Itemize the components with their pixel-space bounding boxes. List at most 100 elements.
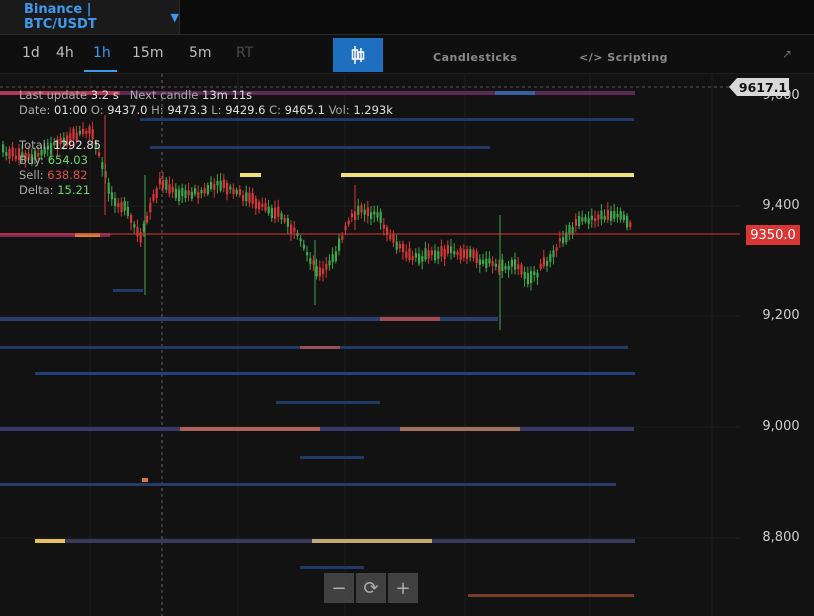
candle-body xyxy=(302,244,305,249)
reset-zoom-button[interactable]: ⟳ xyxy=(356,573,386,603)
candle-body xyxy=(475,251,478,264)
candle-body xyxy=(267,206,270,214)
candle-body xyxy=(600,210,603,220)
tab-scripting[interactable]: </> Scripting xyxy=(579,51,668,64)
candle-body xyxy=(373,211,376,215)
candle-body xyxy=(88,126,91,134)
timeframe-15m[interactable]: 15m xyxy=(128,43,167,63)
candle-body xyxy=(555,247,558,251)
candle-body xyxy=(194,188,197,195)
candle-body xyxy=(546,260,549,266)
candle-body xyxy=(408,248,411,260)
candle-body xyxy=(379,211,382,223)
candle-body xyxy=(523,271,526,280)
candle-body xyxy=(174,188,177,199)
candle-body xyxy=(290,224,293,234)
candlestick-icon xyxy=(351,46,365,64)
candle-body xyxy=(206,185,209,195)
candle-body xyxy=(107,182,110,194)
candle-body xyxy=(466,249,469,259)
candle-body xyxy=(251,193,254,204)
candle-body xyxy=(133,224,136,228)
candle-body xyxy=(171,186,174,193)
candle-body xyxy=(235,190,238,194)
candle-body xyxy=(254,198,257,209)
candle-body xyxy=(360,205,363,213)
candle-body xyxy=(155,188,158,198)
candle-body xyxy=(226,182,229,195)
candle-body xyxy=(306,252,309,256)
candle-body xyxy=(299,238,302,242)
candle-body xyxy=(277,206,280,217)
tab-candlesticks[interactable]: Candlesticks xyxy=(433,51,517,64)
candle-body xyxy=(8,148,11,159)
candle-body xyxy=(382,224,385,229)
candle-body xyxy=(222,179,225,189)
timeframe-1d[interactable]: 1d xyxy=(18,43,44,63)
ohlc-line: Date: 01:00 O: 9437.0 H: 9473.3 L: 9429.… xyxy=(19,103,393,117)
market-selector[interactable]: Binance | BTC/USDT ▼ xyxy=(0,0,180,34)
candle-body xyxy=(229,186,232,190)
candle-body xyxy=(158,178,161,185)
volume-stats: Total: 1292.85 Buy: 654.03 Sell: 638.82 … xyxy=(19,138,101,197)
candle-body xyxy=(414,253,417,258)
candle-body xyxy=(597,214,600,220)
toolbar: 1d 4h 1h 15m 5m RT Candlesticks </> Scri… xyxy=(0,35,814,74)
candle-body xyxy=(126,207,129,216)
candle-body xyxy=(562,237,565,244)
candle-body xyxy=(578,215,581,227)
candle-body xyxy=(424,248,427,260)
candlestick-mode-button[interactable] xyxy=(333,38,383,72)
candle-body xyxy=(472,249,475,259)
candle-body xyxy=(613,211,616,219)
candle-body xyxy=(245,192,248,202)
candle-body xyxy=(181,187,184,197)
candle-body xyxy=(459,248,462,260)
current-price-tag: 9350.0 xyxy=(746,225,800,245)
timeframe-4h[interactable]: 4h xyxy=(52,43,78,63)
candle-body xyxy=(184,190,187,198)
candle-body xyxy=(219,180,222,191)
candle-body xyxy=(520,264,523,275)
candle-body xyxy=(162,179,165,189)
candle-body xyxy=(331,254,334,263)
candle-body xyxy=(238,189,241,196)
candle-body xyxy=(610,211,613,222)
timeframe-rt[interactable]: RT xyxy=(232,43,257,63)
candle-body xyxy=(626,215,629,228)
timeframe-5m[interactable]: 5m xyxy=(185,43,216,63)
candle-body xyxy=(130,215,133,223)
candle-body xyxy=(536,272,539,278)
candle-body xyxy=(78,130,81,135)
candle-body xyxy=(197,192,200,199)
candle-body xyxy=(430,250,433,255)
candle-body xyxy=(482,259,485,264)
zoom-in-button[interactable]: + xyxy=(388,573,418,603)
timeframe-1h[interactable]: 1h xyxy=(89,43,115,63)
candle-body xyxy=(402,243,405,253)
zoom-out-button[interactable]: − xyxy=(324,573,354,603)
orderbook-heatmap-chart[interactable] xyxy=(0,74,814,616)
candle-body xyxy=(606,209,609,220)
chevron-down-icon: ▼ xyxy=(170,10,179,24)
candle-body xyxy=(242,194,245,201)
candle-body xyxy=(82,128,85,134)
candle-body xyxy=(200,189,203,194)
candle-body xyxy=(574,218,577,226)
candle-body xyxy=(440,245,443,257)
candle-body xyxy=(248,192,251,203)
candle-body xyxy=(446,245,449,254)
candle-body xyxy=(366,207,369,217)
candle-body xyxy=(261,203,264,207)
candle-body xyxy=(558,238,561,242)
candle-body xyxy=(443,249,446,260)
high-price-tag: 9617.1 xyxy=(729,78,789,96)
candle-body xyxy=(526,273,529,285)
expand-icon[interactable]: ↗ xyxy=(782,47,792,61)
candle-body xyxy=(629,222,632,227)
candle-body xyxy=(469,249,472,258)
candle-body xyxy=(293,227,296,232)
top-bar: Binance | BTC/USDT ▼ xyxy=(0,0,814,35)
candle-body xyxy=(411,256,414,261)
candle-body xyxy=(338,238,341,251)
